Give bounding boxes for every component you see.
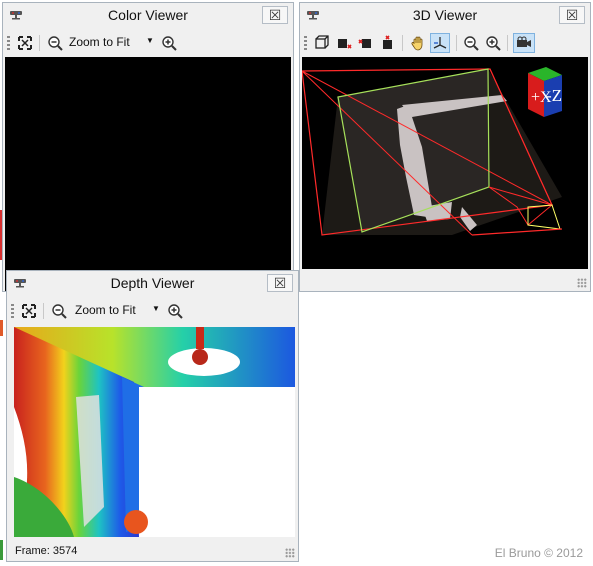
3d-viewer-window[interactable]: 3D Viewer ☒ +X -Z — [299, 2, 591, 292]
color-viewer-toolbar: Zoom to Fit ▼ — [3, 31, 293, 55]
close-icon: ☒ — [268, 7, 282, 23]
orientation-cube[interactable]: +X -Z — [528, 67, 562, 117]
axes-tool-button[interactable] — [430, 33, 450, 53]
toolbar-separator — [43, 303, 44, 319]
background-strip-green — [0, 540, 3, 560]
dropdown-arrow-icon[interactable]: ▼ — [146, 36, 154, 45]
zoom-mode-select[interactable]: Zoom to Fit — [75, 303, 136, 317]
camera-tool-button[interactable] — [513, 33, 535, 53]
toolbar-separator — [402, 35, 403, 51]
depth-viewer-close-button[interactable]: ☒ — [267, 274, 293, 292]
color-viewer-title: Color Viewer — [108, 7, 188, 23]
toolbar-separator — [39, 35, 40, 51]
3d-viewer-close-button[interactable]: ☒ — [559, 6, 585, 24]
resize-grip-icon[interactable] — [577, 278, 587, 288]
dropdown-arrow-icon[interactable]: ▼ — [152, 304, 160, 313]
axes-icon — [433, 37, 447, 49]
zoom-out-icon[interactable] — [51, 303, 67, 319]
zoom-mode-select[interactable]: Zoom to Fit — [69, 35, 130, 49]
zoom-out-icon[interactable] — [463, 35, 479, 51]
toolbar-separator — [456, 35, 457, 51]
watermark-text: El Bruno © 2012 — [494, 546, 583, 560]
depth-viewer-toolbar: Zoom to Fit ▼ — [7, 299, 298, 323]
3d-viewer-statusbar — [300, 271, 590, 291]
color-image-canvas[interactable] — [5, 57, 291, 291]
3d-scene: +X -Z — [302, 67, 562, 236]
view-reset-icon[interactable] — [380, 35, 396, 51]
resize-grip-icon[interactable] — [285, 548, 295, 558]
zoom-in-icon[interactable] — [167, 303, 183, 319]
toolbar-grip[interactable] — [7, 36, 10, 50]
color-viewer-window[interactable]: Color Viewer ☒ Zoom to Fit ▼ — [2, 2, 294, 292]
toolbar-grip[interactable] — [304, 36, 307, 50]
3d-viewer-toolbar — [300, 31, 590, 55]
fit-screen-icon[interactable] — [17, 35, 33, 51]
3d-viewer-title: 3D Viewer — [412, 7, 478, 23]
depth-viewer-title: Depth Viewer — [110, 275, 195, 291]
depth-viewer-window[interactable]: Depth Viewer ☒ Zoom to Fit ▼ Frame: 3574 — [6, 270, 299, 562]
pan-hand-icon[interactable] — [410, 35, 426, 51]
3d-viewer-titlebar[interactable]: 3D Viewer ☒ — [300, 3, 590, 29]
color-viewer-titlebar[interactable]: Color Viewer ☒ — [3, 3, 293, 29]
cube-z-label: -Z — [546, 86, 562, 105]
view-front-icon[interactable] — [314, 35, 330, 51]
fit-screen-icon[interactable] — [21, 303, 37, 319]
zoom-out-icon[interactable] — [47, 35, 63, 51]
3d-scene-canvas[interactable]: +X -Z — [302, 57, 588, 269]
toolbar-separator — [507, 35, 508, 51]
camera-icon — [517, 36, 531, 47]
depth-viewer-titlebar[interactable]: Depth Viewer ☒ — [7, 271, 298, 297]
close-icon: ☒ — [565, 7, 579, 23]
close-icon: ☒ — [273, 275, 287, 291]
depth-image-canvas[interactable] — [14, 327, 295, 537]
zoom-in-icon[interactable] — [161, 35, 177, 51]
background-strip-orange — [0, 320, 3, 336]
view-top-icon[interactable] — [336, 35, 352, 51]
zoom-in-icon[interactable] — [485, 35, 501, 51]
depth-viewer-statusbar: Frame: 3574 — [7, 541, 298, 561]
depth-image — [14, 327, 295, 537]
toolbar-grip[interactable] — [11, 304, 14, 318]
view-side-icon[interactable] — [358, 35, 374, 51]
color-viewer-close-button[interactable]: ☒ — [262, 6, 288, 24]
frame-counter: Frame: 3574 — [15, 545, 78, 557]
